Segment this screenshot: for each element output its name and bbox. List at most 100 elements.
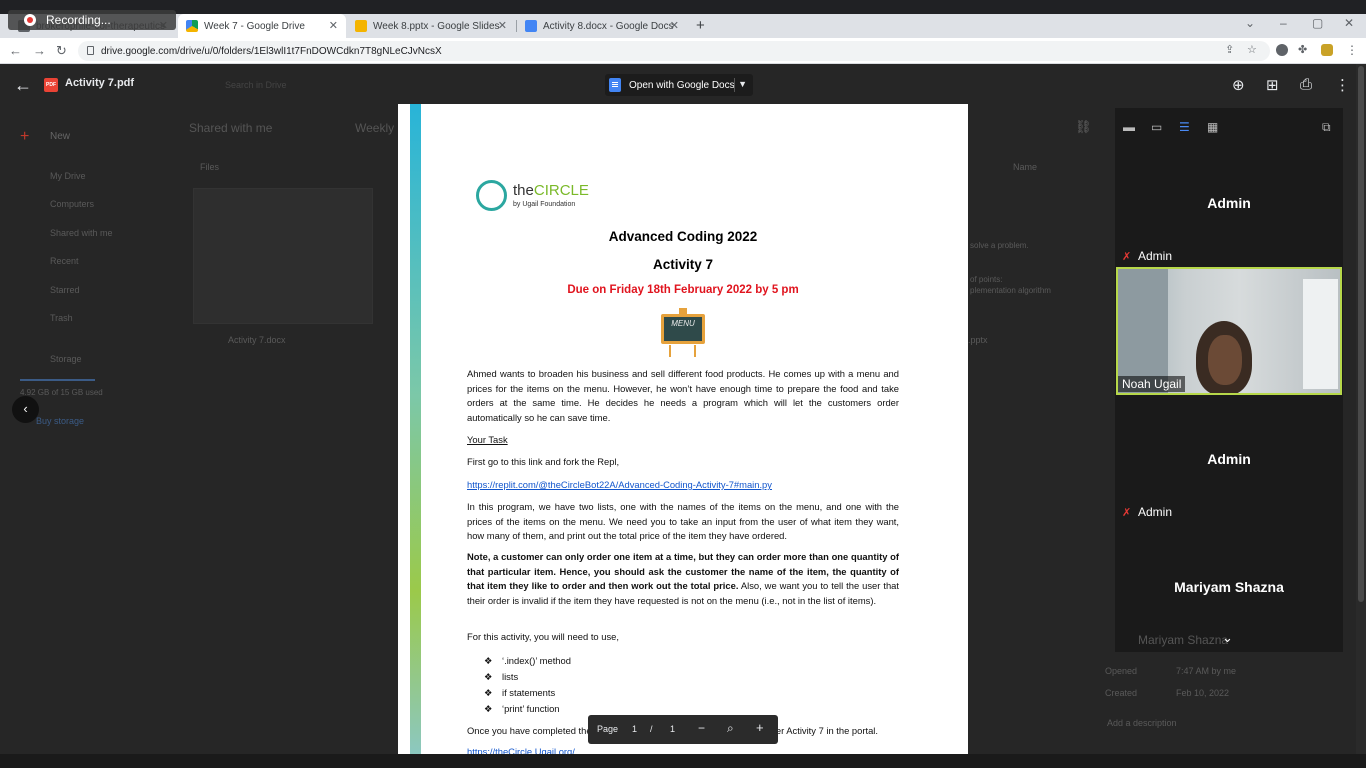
nav-shared: Shared with me [50,228,113,238]
file-card-title: .pptx [968,335,988,345]
nav-storage: Storage [50,354,82,364]
close-tab-icon[interactable]: ✕ [498,19,507,32]
bullet-diamond-icon: ❖ [484,655,493,666]
created-label: Created [1105,688,1138,698]
slides-icon [355,20,367,32]
minimize-panel-icon[interactable]: ▬ [1123,120,1135,134]
buy-storage-link: Buy storage [36,416,85,426]
requirements-intro: For this activity, you will need to use, [467,631,619,642]
drive-search-input: Search in Drive [225,80,287,90]
due-date: Due on Friday 18th February 2022 by 5 pm [567,284,799,296]
person-face [1208,335,1242,385]
close-preview-back-icon[interactable]: ← [14,75,32,96]
participant-label: Mariyam Shazna [1138,633,1229,647]
file-card [193,188,373,324]
url-text: drive.google.com/drive/u/0/folders/1El3w… [101,45,442,57]
fork-instruction: First go to this link and fork the Repl, [467,456,620,467]
created-value: Feb 10, 2022 [1176,688,1230,698]
current-page-input[interactable]: 1 [632,724,637,734]
participant-name: Admin [1207,195,1251,211]
breadcrumb-shared: Shared with me [189,121,273,135]
replit-link[interactable]: https://replit.com/@theCircleBot22A/Adva… [467,478,899,493]
close-tab-icon[interactable]: ✕ [329,19,338,32]
recording-label: Recording... [46,13,111,27]
tab-google-docs[interactable]: Activity 8.docx - Google Docs ✕ [517,14,687,38]
zoom-magnifier-icon[interactable]: ⌕ [727,721,734,736]
total-pages: 1 [670,724,676,734]
opened-value: 7:47 AM by me [1176,666,1237,676]
menu-board-icon: MENU [661,308,705,344]
nav-recent: Recent [50,256,79,266]
participant-name: Admin [1207,451,1251,467]
bullet-diamond-icon: ❖ [484,687,493,698]
strip-view-icon[interactable]: ☰ [1179,120,1190,134]
add-description: Add a description [1107,718,1177,728]
detail-snippet: of points: [970,275,1003,284]
new-button: New [50,131,71,142]
detail-snippet: solve a problem. [970,241,1029,250]
list-item: ❖ ‘.index()’ method [484,655,571,666]
scrollbar-thumb[interactable] [1358,66,1364,602]
opened-label: Opened [1105,666,1138,676]
program-paragraph: In this program, we have two lists, one … [467,501,899,542]
note-paragraph: Note, a customer can only order one item… [467,550,899,608]
gallery-view-icon[interactable]: ▦ [1207,120,1218,134]
single-view-icon[interactable]: ▭ [1151,120,1162,134]
nav-my-drive: My Drive [50,171,86,181]
bullet-diamond-icon: ❖ [484,703,493,714]
mic-muted-icon: ✗ [1122,507,1132,519]
maximize-icon[interactable]: ▢ [1312,16,1323,30]
taskbar-strip [0,754,1366,768]
list-item: ❖ ‘print’ function [484,703,560,714]
reload-icon[interactable]: ↻ [56,43,67,59]
close-tab-icon[interactable]: ✕ [670,19,679,32]
video-name-label: Noah Ugail [1118,376,1186,392]
collapse-sidebar-icon[interactable]: ‹ [12,396,39,423]
tab-google-drive[interactable]: Week 7 - Google Drive ✕ [178,14,346,38]
extension-icon[interactable] [1276,44,1288,56]
tab-search-icon[interactable]: ⌄ [1245,16,1255,30]
url-input[interactable]: drive.google.com/drive/u/0/folders/1El3w… [78,41,1270,61]
print-icon[interactable]: ⎙ [1300,76,1312,93]
detail-snippet: plementation algorithm [970,286,1051,295]
new-tab-button[interactable]: + [696,17,705,34]
bookmark-star-icon[interactable]: ☆ [1247,43,1257,56]
storage-bar [20,379,95,381]
plus-icon: + [20,128,30,145]
tab-google-slides[interactable]: Week 8.pptx - Google Slides ✕ [347,14,515,38]
share-icon[interactable]: ⇪ [1225,43,1234,56]
profile-avatar[interactable] [1321,44,1333,56]
open-with-google-docs-button[interactable]: Open with Google Docs ▼ [605,74,753,96]
pdf-file-icon: PDF [44,78,58,92]
more-actions-icon[interactable]: ⋮ [1335,76,1350,94]
docs-icon [525,20,537,32]
participant-label: Admin [1138,505,1173,519]
background-window [1303,279,1338,389]
link-icon: ⛓ [1075,119,1092,134]
record-icon [24,14,36,26]
chevron-down-icon[interactable]: ⌄ [1222,630,1233,646]
participant-label: Admin [1138,249,1173,263]
name-header: Name [1013,162,1038,172]
page-separator: / [650,724,653,734]
tab-label: Week 8.pptx - Google Slides [373,20,500,32]
logo-subtitle: by Ugail Foundation [513,201,576,208]
portal-link[interactable]: https://theCircle.Ugail.org/ [467,745,899,754]
drive-icon [186,20,198,32]
add-shortcut-icon[interactable]: ⊞ [1266,76,1279,94]
participant-name: Mariyam Shazna [1174,579,1284,595]
forward-icon[interactable]: → [33,43,46,58]
tab-label: Activity 8.docx - Google Docs [543,20,674,32]
zoom-in-icon[interactable]: + [756,720,764,735]
minimize-icon[interactable]: – [1280,16,1287,30]
divider [734,78,735,92]
back-icon[interactable]: ← [9,43,22,58]
browser-menu-icon[interactable]: ⋮ [1346,43,1358,57]
dropdown-caret-icon[interactable]: ▼ [738,79,747,89]
google-docs-icon [609,78,621,92]
add-to-drive-icon[interactable]: ⊕ [1232,76,1245,94]
zoom-out-icon[interactable]: − [698,721,705,735]
close-window-icon[interactable]: ✕ [1344,16,1354,30]
pop-out-icon[interactable]: ⧉ [1322,120,1331,135]
extensions-puzzle-icon[interactable]: ✤ [1298,43,1307,56]
